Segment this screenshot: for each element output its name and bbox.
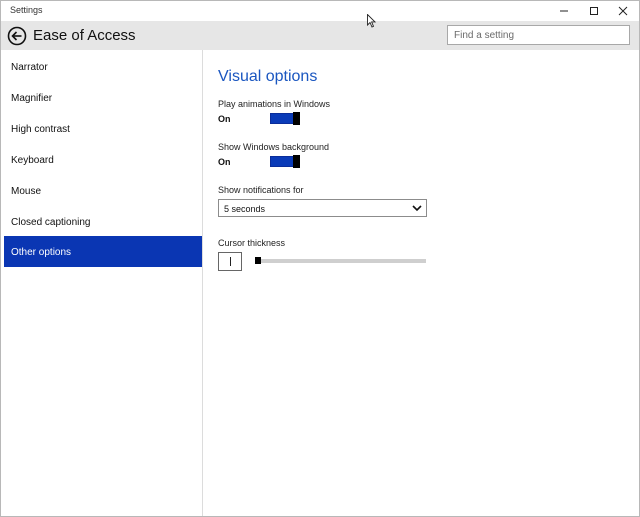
sidebar-item-label: Closed captioning [11, 217, 91, 228]
section-title: Visual options [218, 68, 318, 85]
toggle-knob [293, 112, 300, 125]
notifications-selected: 5 seconds [224, 204, 266, 214]
cursor-preview [218, 252, 242, 271]
animations-toggle[interactable] [270, 112, 300, 125]
minimize-icon [560, 10, 568, 12]
sidebar: Narrator Magnifier High contrast Keyboar… [4, 50, 203, 516]
sidebar-item-mouse[interactable]: Mouse [4, 175, 202, 206]
animations-label: Play animations in Windows [218, 99, 331, 109]
maximize-button[interactable] [579, 1, 609, 21]
background-state: On [218, 157, 231, 167]
window-title: Settings [10, 5, 43, 15]
cursor-thickness-slider[interactable] [255, 259, 426, 263]
sidebar-item-other-options[interactable]: Other options [4, 236, 202, 267]
background-label: Show Windows background [218, 142, 330, 152]
sidebar-item-label: High contrast [11, 124, 70, 135]
sidebar-item-label: Magnifier [11, 93, 53, 104]
sidebar-item-magnifier[interactable]: Magnifier [4, 82, 202, 113]
app-header: Ease of Access Find a setting [1, 21, 639, 50]
sidebar-item-closed-captioning[interactable]: Closed captioning [4, 206, 202, 237]
back-arrow-icon [7, 26, 27, 46]
mouse-pointer-icon [367, 14, 377, 28]
search-placeholder: Find a setting [454, 30, 515, 41]
title-bar: Settings [1, 1, 639, 21]
toggle-knob [293, 155, 300, 168]
sidebar-item-label: Narrator [11, 62, 48, 73]
cursor-preview-bar [230, 257, 231, 266]
sidebar-item-label: Keyboard [11, 155, 54, 166]
sidebar-item-high-contrast[interactable]: High contrast [4, 113, 202, 144]
notifications-dropdown[interactable]: 5 seconds [218, 199, 427, 217]
minimize-button[interactable] [549, 1, 579, 21]
notifications-label: Show notifications for [218, 185, 304, 195]
main-content: Visual options Play animations in Window… [204, 50, 639, 516]
settings-window: Settings Ease of Access Find a setting N… [0, 0, 640, 517]
sidebar-item-label: Other options [11, 247, 72, 258]
close-icon [618, 6, 628, 16]
chevron-down-icon [412, 205, 422, 212]
sidebar-item-narrator[interactable]: Narrator [4, 51, 202, 82]
background-toggle[interactable] [270, 155, 300, 168]
search-input[interactable]: Find a setting [447, 25, 630, 45]
animations-state: On [218, 114, 231, 124]
cursor-thickness-label: Cursor thickness [218, 238, 286, 248]
back-button[interactable] [7, 26, 27, 46]
sidebar-item-label: Mouse [11, 186, 42, 197]
close-button[interactable] [608, 1, 638, 21]
page-title: Ease of Access [33, 27, 136, 44]
sidebar-item-keyboard[interactable]: Keyboard [4, 144, 202, 175]
maximize-icon [590, 7, 598, 15]
slider-thumb[interactable] [255, 257, 261, 264]
